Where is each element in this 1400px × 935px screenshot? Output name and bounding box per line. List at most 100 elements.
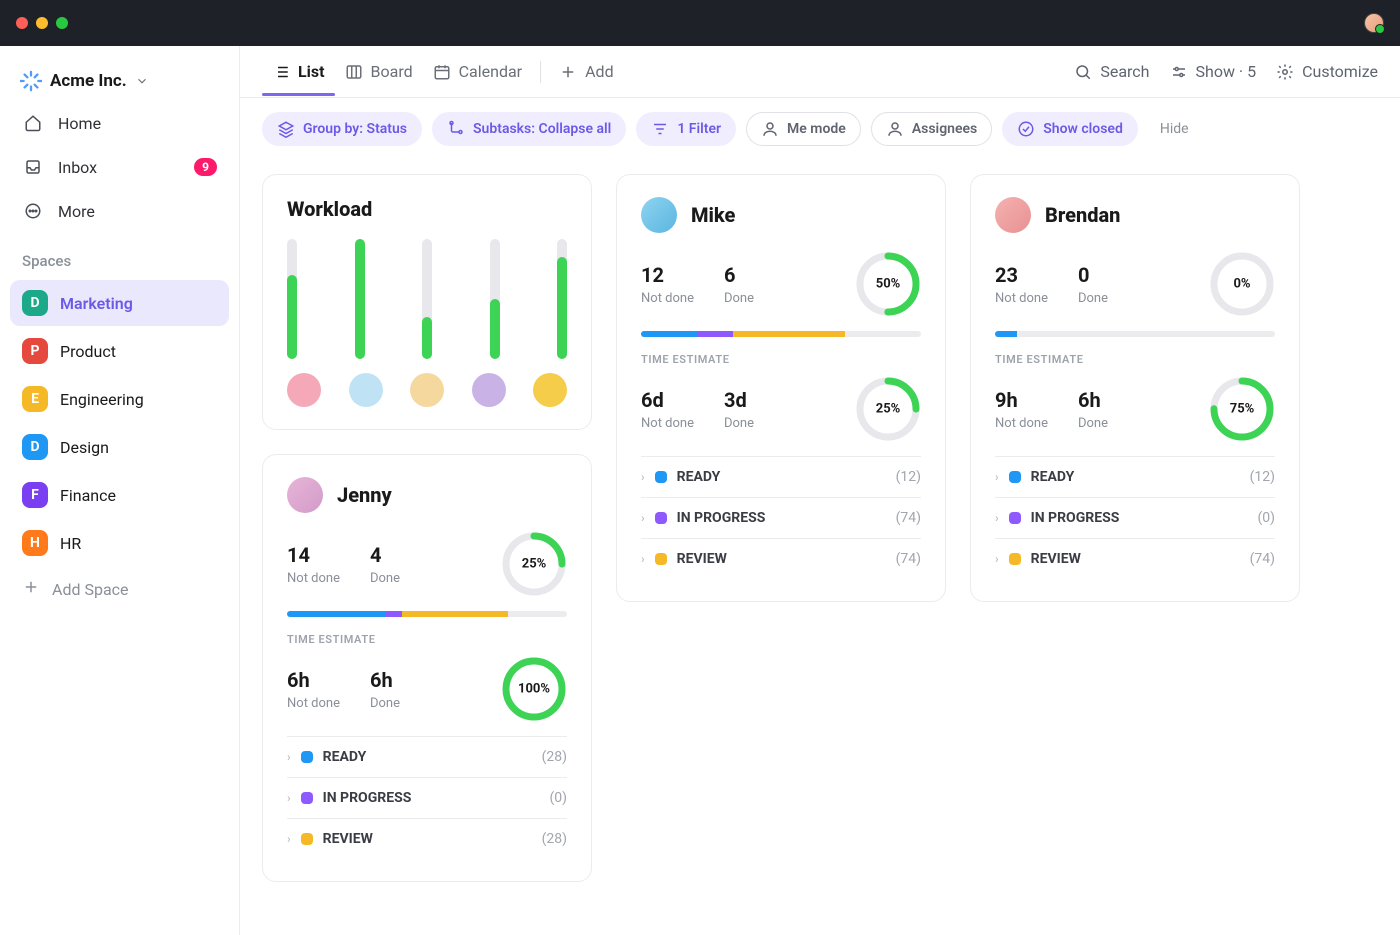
time-estimate-header: TIME ESTIMATE (641, 353, 921, 366)
space-item-product[interactable]: PProduct (10, 328, 229, 374)
progress-ring: 50% (855, 251, 921, 317)
filter-pill[interactable]: 1 Filter (636, 112, 736, 146)
status-dot (1009, 512, 1021, 524)
progress-label: 0% (1233, 277, 1250, 292)
time-done: 6h (370, 668, 400, 692)
progress-ring: 25% (501, 531, 567, 597)
progress-label: 25% (522, 557, 547, 572)
workspace-selector[interactable]: Acme Inc. (10, 62, 229, 100)
status-count: (0) (549, 790, 567, 806)
space-item-hr[interactable]: HHR (10, 520, 229, 566)
nav-home-label: Home (58, 114, 101, 133)
time-done: 6h (1078, 388, 1108, 412)
chevron-right-icon: › (641, 552, 645, 566)
workload-avatar[interactable] (410, 373, 444, 407)
chevron-right-icon: › (287, 791, 291, 805)
status-count: (28) (542, 831, 567, 847)
inbox-badge: 9 (194, 158, 217, 176)
time-notdone: 6d (641, 388, 694, 412)
avatar[interactable] (995, 197, 1031, 233)
show-closed-pill[interactable]: Show closed (1002, 112, 1138, 146)
status-row-inprogress[interactable]: › IN PROGRESS (0) (287, 777, 567, 818)
workload-avatar[interactable] (472, 373, 506, 407)
tasks-done: 6 (724, 263, 754, 287)
chevron-right-icon: › (287, 832, 291, 846)
customize-label: Customize (1302, 62, 1378, 81)
inbox-icon (22, 156, 44, 178)
status-dot (655, 553, 667, 565)
progress-ring: 25% (855, 376, 921, 442)
titlebar (0, 0, 1400, 46)
show-button[interactable]: Show · 5 (1170, 62, 1257, 81)
me-mode-pill[interactable]: Me mode (746, 112, 861, 146)
status-row-ready[interactable]: › READY (12) (995, 456, 1275, 497)
chevron-right-icon: › (641, 511, 645, 525)
list-icon (272, 63, 290, 81)
status-name: READY (323, 749, 367, 765)
customize-button[interactable]: Customize (1276, 62, 1378, 81)
space-item-finance[interactable]: FFinance (10, 472, 229, 518)
minimize-window[interactable] (36, 17, 48, 29)
time-notdone: 6h (287, 668, 340, 692)
workload-card: Workload (262, 174, 592, 430)
time-estimate-header: TIME ESTIMATE (995, 353, 1275, 366)
nav-inbox[interactable]: Inbox 9 (10, 146, 229, 188)
status-dot (1009, 553, 1021, 565)
status-row-review[interactable]: › REVIEW (28) (287, 818, 567, 859)
search-button[interactable]: Search (1074, 62, 1149, 81)
subtask-icon (447, 120, 465, 138)
tab-list[interactable]: List (262, 48, 335, 95)
tasks-done: 0 (1078, 263, 1108, 287)
space-item-design[interactable]: DDesign (10, 424, 229, 470)
progress-label: 25% (876, 402, 901, 417)
status-row-review[interactable]: › REVIEW (74) (641, 538, 921, 579)
status-row-inprogress[interactable]: › IN PROGRESS (74) (641, 497, 921, 538)
search-label: Search (1100, 62, 1149, 81)
current-user-avatar[interactable] (1364, 13, 1384, 33)
workload-avatar[interactable] (349, 373, 383, 407)
assignees-pill[interactable]: Assignees (871, 112, 992, 146)
close-window[interactable] (16, 17, 28, 29)
tab-add-view[interactable]: Add (549, 48, 623, 95)
status-row-inprogress[interactable]: › IN PROGRESS (0) (995, 497, 1275, 538)
status-count: (74) (1250, 551, 1275, 567)
separator (540, 61, 541, 83)
add-space-button[interactable]: Add Space (10, 568, 229, 610)
tasks-done: 4 (370, 543, 400, 567)
nav-home[interactable]: Home (10, 102, 229, 144)
workload-avatar[interactable] (287, 373, 321, 407)
space-item-marketing[interactable]: DMarketing (10, 280, 229, 326)
space-label: Marketing (60, 294, 133, 313)
person-name: Mike (691, 203, 735, 227)
subtasks-pill[interactable]: Subtasks: Collapse all (432, 112, 626, 146)
avatar[interactable] (287, 477, 323, 513)
traffic-lights (16, 17, 68, 29)
filter-icon (651, 120, 669, 138)
tab-calendar[interactable]: Calendar (423, 48, 532, 95)
hide-button[interactable]: Hide (1160, 121, 1189, 137)
status-count: (0) (1257, 510, 1275, 526)
layers-icon (277, 120, 295, 138)
space-item-engineering[interactable]: EEngineering (10, 376, 229, 422)
status-count: (12) (1250, 469, 1275, 485)
chevron-right-icon: › (995, 470, 999, 484)
sidebar: Acme Inc. Home Inbox 9 More Spaces DMark… (0, 46, 240, 935)
status-row-ready[interactable]: › READY (12) (641, 456, 921, 497)
workload-avatar[interactable] (533, 373, 567, 407)
status-dot (301, 792, 313, 804)
tab-board[interactable]: Board (335, 48, 423, 95)
status-row-review[interactable]: › REVIEW (74) (995, 538, 1275, 579)
chevron-right-icon: › (641, 470, 645, 484)
status-name: REVIEW (677, 551, 727, 567)
person-card-jenny: Jenny 14Not done 4Done 25% TIME ESTIMATE… (262, 454, 592, 882)
avatar[interactable] (641, 197, 677, 233)
nav-more[interactable]: More (10, 190, 229, 232)
tasks-notdone: 23 (995, 263, 1048, 287)
status-row-ready[interactable]: › READY (28) (287, 736, 567, 777)
group-by-pill[interactable]: Group by: Status (262, 112, 422, 146)
status-name: REVIEW (323, 831, 373, 847)
maximize-window[interactable] (56, 17, 68, 29)
status-name: IN PROGRESS (323, 790, 412, 806)
status-name: IN PROGRESS (1031, 510, 1120, 526)
home-icon (22, 112, 44, 134)
